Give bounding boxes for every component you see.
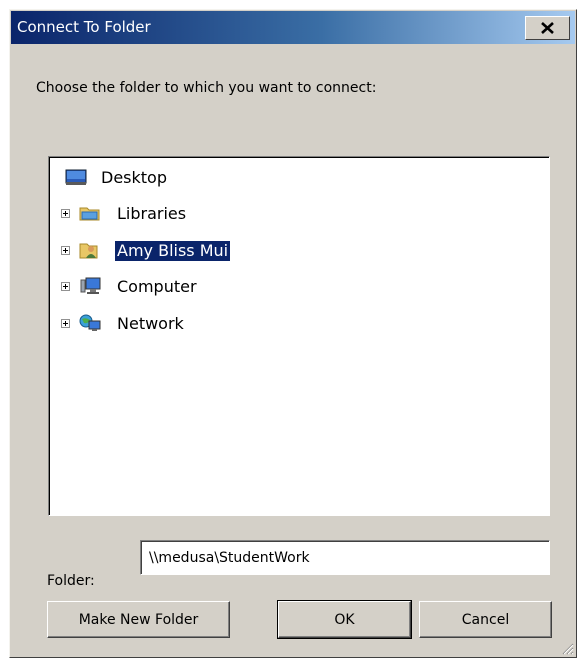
tree-item-computer[interactable]: Computer [49, 274, 449, 300]
user-folder-icon [79, 241, 99, 259]
tree-item-network[interactable]: Network [49, 311, 449, 337]
instruction-text: Choose the folder to which you want to c… [36, 80, 377, 96]
close-button[interactable] [525, 16, 570, 40]
window-title: Connect To Folder [17, 18, 151, 36]
close-icon [541, 22, 554, 34]
expand-icon[interactable] [61, 282, 70, 291]
network-icon [79, 314, 101, 332]
expand-icon[interactable] [61, 209, 70, 218]
desktop-icon [65, 168, 87, 186]
connect-to-folder-dialog: Connect To Folder Choose the folder to w… [9, 9, 577, 658]
expand-icon[interactable] [61, 319, 70, 328]
make-new-folder-button[interactable]: Make New Folder [47, 601, 230, 638]
tree-item-libraries[interactable]: Libraries [49, 201, 449, 227]
tree-item-label: Computer [117, 277, 197, 296]
tree-item-label: Desktop [101, 168, 167, 187]
resize-grip-icon[interactable] [560, 641, 574, 655]
expand-icon[interactable] [61, 246, 70, 255]
libraries-icon [79, 204, 100, 222]
title-bar[interactable]: Connect To Folder [11, 11, 575, 44]
tree-item-label: Libraries [117, 204, 187, 223]
folder-label: Folder: [47, 573, 95, 589]
tree-item-label: Amy Bliss Mui [115, 241, 231, 261]
cancel-button[interactable]: Cancel [419, 601, 552, 638]
folder-path-input[interactable] [140, 540, 550, 575]
tree-item-desktop[interactable]: Desktop [49, 165, 449, 191]
folder-tree[interactable]: Desktop Libraries Amy Bliss Mui Computer… [48, 156, 550, 516]
tree-item-user-folder[interactable]: Amy Bliss Mui [49, 238, 449, 264]
ok-button[interactable]: OK [277, 600, 412, 639]
computer-icon [79, 277, 101, 295]
tree-item-label: Network [117, 314, 184, 333]
